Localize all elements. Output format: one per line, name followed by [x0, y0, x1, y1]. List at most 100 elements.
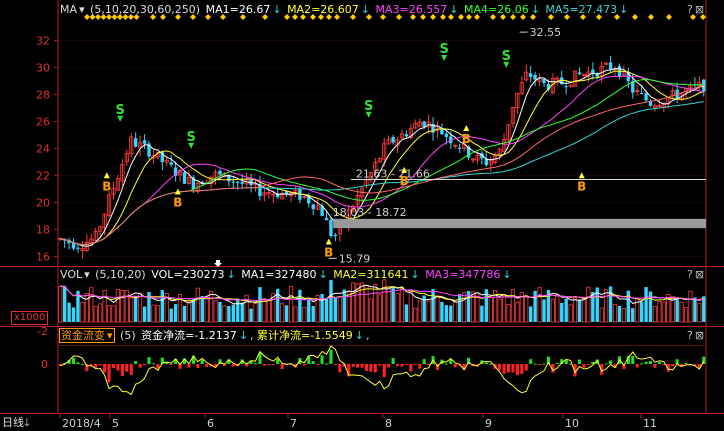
- fund-flow-bar: [524, 364, 528, 371]
- volume-bar: [612, 304, 618, 323]
- indicator-params: (5,10,20): [95, 268, 146, 281]
- dropdown-icon[interactable]: ▾: [79, 3, 85, 16]
- candle-body: [240, 181, 244, 184]
- volume-bar: [368, 298, 373, 323]
- fund-flow-bar: [684, 363, 688, 365]
- volume-bar: [200, 296, 204, 322]
- fund-flow-bar: [196, 364, 200, 369]
- volume-bar: [599, 307, 604, 323]
- close-icon[interactable]: ⊠: [695, 268, 704, 281]
- indicator-params: (5): [120, 329, 136, 342]
- volume-bar: [266, 299, 271, 323]
- fund-flow-bar: [653, 364, 657, 368]
- volume-bar: [626, 290, 631, 322]
- fund-flow-bar: [520, 364, 524, 375]
- fund-flow-bar: [635, 364, 639, 368]
- fund-flow-bar: [604, 363, 608, 365]
- fund-flow-bar: [555, 362, 559, 364]
- fund-flow-bar: [116, 364, 120, 371]
- volume-bar: [311, 306, 315, 322]
- volume-bar: [506, 304, 511, 323]
- volume-bar: [440, 302, 444, 322]
- annotation-label: 21.63 - 21.66: [356, 168, 430, 181]
- candle-body: [528, 73, 533, 77]
- volume-bar: [142, 306, 147, 322]
- annotation-label: 32.55: [530, 26, 562, 39]
- vol-value: VOL=230273: [151, 268, 225, 281]
- volume-indicator-header: VOL ▾ (5,10,20) VOL=230273 ↓ MA1=327480 ↓ M…: [60, 268, 514, 282]
- candle-body: [564, 86, 568, 88]
- fund-flow-bar: [502, 364, 506, 374]
- close-icon[interactable]: ⊠: [695, 3, 704, 16]
- fund-flow-bar: [103, 364, 107, 373]
- fund-flow-bar: [506, 364, 511, 373]
- dropdown-icon[interactable]: ▾: [84, 268, 90, 281]
- sell-signal: S: [186, 130, 195, 145]
- sell-signal: S: [115, 103, 124, 118]
- volume-bar: [124, 290, 129, 323]
- candle-body: [444, 133, 449, 137]
- fund-flow-bar: [356, 364, 360, 368]
- fund-flow-bar: [577, 359, 582, 364]
- indicator-name[interactable]: VOL: [60, 268, 82, 281]
- volume-bar: [186, 301, 192, 323]
- volume-bar: [293, 306, 298, 323]
- fund-flow-bar: [333, 364, 337, 365]
- help-icon[interactable]: ?: [687, 3, 693, 16]
- period-selector[interactable]: 日线🡓: [2, 416, 30, 430]
- volume-bar: [435, 295, 440, 323]
- volume-bar: [111, 305, 116, 323]
- fund-flow-bar: [360, 364, 364, 368]
- fund-flow-bar: [657, 361, 661, 364]
- fund-flow-bar: [351, 364, 355, 367]
- volume-bar: [528, 306, 533, 322]
- volume-bar: [577, 299, 582, 322]
- sell-arrow-icon: [365, 111, 372, 118]
- volume-bar: [342, 289, 346, 322]
- fund-flow-bar: [125, 364, 129, 372]
- sell-arrow-icon: [117, 115, 124, 122]
- fund-flow-bar: [515, 364, 519, 376]
- fund-flow-bar: [253, 363, 258, 365]
- volume-bar: [138, 292, 143, 323]
- fund-flow-bar: [582, 364, 586, 368]
- chart-canvas: 16 18 20 22 24 26 28 30 32 32.55 21.63 - 21.66 18.…: [0, 0, 724, 430]
- annotation-label: 18.03 - 18.72: [333, 206, 407, 219]
- date-label: 10: [565, 417, 579, 430]
- fund-net-value: 资金净流=-1.2137: [141, 329, 237, 342]
- volume-bar: [133, 296, 138, 322]
- volume-bar: [453, 301, 458, 323]
- fund-flow-bar: [276, 358, 280, 364]
- buy-signal: B: [173, 196, 182, 210]
- volume-bar: [661, 301, 666, 323]
- help-icon[interactable]: ?: [687, 329, 693, 342]
- volume-bar: [222, 305, 227, 323]
- fund-flow-bar: [413, 364, 417, 366]
- volume-bar: [568, 304, 573, 323]
- indicator-name[interactable]: 资金流变 ▾: [59, 328, 115, 343]
- buy-signal: B: [577, 179, 586, 193]
- volume-bar: [395, 292, 400, 323]
- price-tick-label: 26: [36, 116, 50, 129]
- volume-bar: [93, 306, 98, 323]
- volume-bar: [284, 305, 289, 322]
- sell-signal: S: [364, 99, 373, 114]
- fund-flow-bar: [422, 359, 426, 364]
- down-arrow-icon: ↓: [449, 3, 459, 16]
- candle-body: [169, 162, 173, 165]
- volume-bar: [652, 306, 658, 323]
- cursor-marker-icon: [214, 260, 222, 267]
- buy-arrow-icon: [578, 172, 585, 179]
- candle-body: [391, 136, 395, 143]
- indicator-name[interactable]: MA: [60, 3, 77, 16]
- volume-bar: [218, 302, 222, 322]
- fund-flow-header: 资金流变 ▾ (5) 资金净流=-1.2137 ↓, 累计净流=-1.5549 ↓,: [59, 328, 370, 343]
- price-y-axis: 16 18 20 22 24 26 28 30 32: [36, 35, 58, 264]
- volume-bar: [302, 306, 307, 323]
- help-icon[interactable]: ?: [687, 268, 693, 281]
- ma3-value: MA3=26.557: [375, 3, 448, 16]
- volume-bar: [169, 308, 173, 322]
- volume-bar: [488, 296, 493, 323]
- close-icon[interactable]: ⊠: [695, 329, 704, 342]
- volume-bar: [702, 296, 706, 322]
